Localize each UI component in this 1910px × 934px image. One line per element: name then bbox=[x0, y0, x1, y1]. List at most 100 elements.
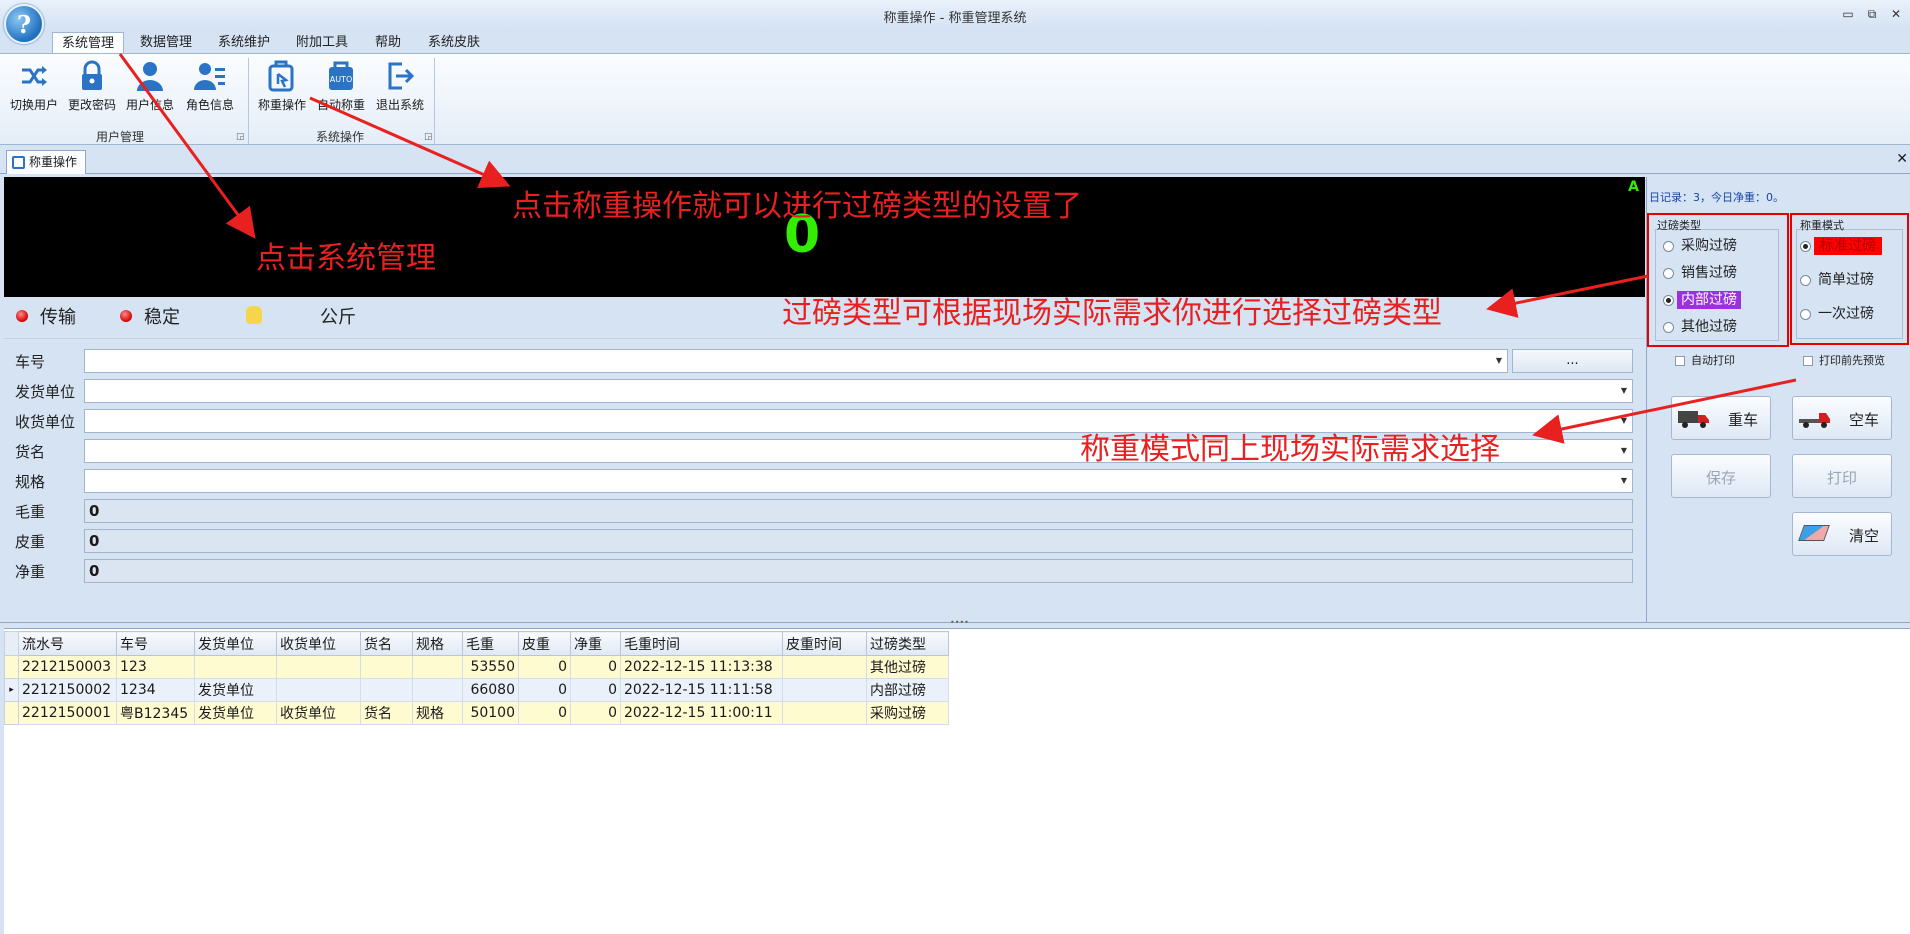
switch-user-button[interactable]: 切换用户 bbox=[4, 58, 64, 116]
print-preview-checkbox[interactable]: 打印前先预览 bbox=[1803, 353, 1885, 369]
chevron-down-icon[interactable]: ▼ bbox=[1616, 381, 1632, 401]
plate-input[interactable]: ▼ bbox=[84, 349, 1508, 373]
user-info-button[interactable]: 用户信息 bbox=[120, 58, 180, 116]
row-header[interactable] bbox=[4, 701, 19, 725]
net-value: 0 bbox=[84, 559, 1633, 583]
records-grid: 流水号 车号 发货单位 收货单位 货名 规格 毛重 皮重 净重 毛重时间 皮重时… bbox=[4, 628, 1910, 934]
save-button[interactable]: 保存 bbox=[1671, 454, 1771, 498]
column-header[interactable]: 皮重时间 bbox=[782, 631, 867, 656]
ribbon-panel: 切换用户 更改密码 用户信息 角色信息 用户管理 ◲ 称重操作 AUTO 自动称… bbox=[0, 53, 1910, 145]
column-header[interactable]: 毛重 bbox=[462, 631, 519, 656]
doc-tab-weigh-operation[interactable]: 称重操作 bbox=[6, 150, 86, 174]
app-logo[interactable]: ? bbox=[4, 4, 44, 44]
tare-row: 皮重 0 bbox=[4, 529, 1645, 553]
tab-system-skin[interactable]: 系统皮肤 bbox=[420, 32, 488, 54]
annotation-weigh-type: 过磅类型可根据现场实际需求你进行选择过磅类型 bbox=[782, 296, 1442, 331]
table-cell bbox=[276, 678, 361, 702]
table-cell: 0 bbox=[570, 678, 621, 702]
column-header[interactable]: 收货单位 bbox=[276, 631, 361, 656]
table-cell bbox=[782, 655, 867, 679]
weigh-mode-group: 称重模式 标准过磅 简单过磅 一次过磅 bbox=[1790, 213, 1909, 345]
chevron-down-icon[interactable]: ▼ bbox=[1491, 351, 1507, 371]
auto-weigh-button[interactable]: AUTO 自动称重 bbox=[311, 58, 371, 116]
weigh-type-other[interactable]: 其他过磅 bbox=[1663, 316, 1741, 338]
role-icon bbox=[194, 63, 225, 90]
column-header[interactable]: 规格 bbox=[412, 631, 463, 656]
splitter[interactable]: •••• bbox=[0, 618, 1910, 627]
role-info-button[interactable]: 角色信息 bbox=[180, 58, 240, 116]
table-cell: 0 bbox=[518, 678, 571, 702]
auto-print-checkbox[interactable]: 自动打印 bbox=[1675, 353, 1735, 369]
tab-addon-tools[interactable]: 附加工具 bbox=[290, 32, 354, 54]
radio-icon bbox=[1800, 241, 1811, 252]
weigh-mode-standard[interactable]: 标准过磅 bbox=[1800, 235, 1882, 257]
right-panel: 日记录：3，今日净重：0。 过磅类型 采购过磅 销售过磅 内部过磅 其他过磅 称… bbox=[1646, 177, 1910, 622]
chevron-down-icon[interactable]: ▼ bbox=[1616, 441, 1632, 461]
tare-value: 0 bbox=[84, 529, 1633, 553]
row-header[interactable] bbox=[4, 655, 19, 679]
current-row-indicator-icon[interactable]: ▸ bbox=[4, 678, 19, 702]
title-bar: 称重操作 - 称重管理系统 ▭ ⧉ ✕ bbox=[0, 0, 1910, 32]
table-row[interactable]: 2212150003 123 53550 0 0 2022-12-15 11:1… bbox=[4, 655, 949, 679]
heavy-truck-button[interactable]: 重车 bbox=[1671, 396, 1771, 440]
chevron-down-icon[interactable]: ▼ bbox=[1616, 411, 1632, 431]
minimize-icon[interactable]: ▭ bbox=[1838, 6, 1858, 22]
clear-button[interactable]: 清空 bbox=[1792, 512, 1892, 556]
column-header[interactable]: 货名 bbox=[360, 631, 413, 656]
chevron-down-icon[interactable]: ▼ bbox=[1616, 471, 1632, 491]
exit-system-button[interactable]: 退出系统 bbox=[370, 58, 430, 116]
table-row[interactable]: ▸ 2212150002 1234 发货单位 66080 0 0 2022-12… bbox=[4, 678, 949, 702]
group-launcher-icon[interactable]: ◲ bbox=[236, 132, 245, 142]
column-header[interactable]: 毛重时间 bbox=[620, 631, 783, 656]
sender-row: 发货单位 ▼ bbox=[4, 379, 1645, 403]
table-cell: 2212150002 bbox=[18, 678, 117, 702]
table-cell: 粤B12345 bbox=[116, 701, 195, 725]
restore-icon[interactable]: ⧉ bbox=[1862, 6, 1882, 22]
tab-system-maint[interactable]: 系统维护 bbox=[212, 32, 276, 54]
weigh-type-internal[interactable]: 内部过磅 bbox=[1663, 289, 1741, 311]
switch-user-icon bbox=[22, 66, 47, 86]
print-button[interactable]: 打印 bbox=[1792, 454, 1892, 498]
weigh-mode-once[interactable]: 一次过磅 bbox=[1800, 303, 1878, 325]
sender-input[interactable]: ▼ bbox=[84, 379, 1633, 403]
weigh-type-purchase[interactable]: 采购过磅 bbox=[1663, 235, 1741, 257]
weigh-mode-title: 称重模式 bbox=[1800, 219, 1844, 232]
table-cell: 0 bbox=[518, 655, 571, 679]
table-row[interactable]: 2212150001 粤B12345 发货单位 收货单位 货名 规格 50100… bbox=[4, 701, 949, 725]
column-header[interactable]: 流水号 bbox=[18, 631, 117, 656]
table-cell bbox=[782, 701, 867, 725]
column-header[interactable]: 净重 bbox=[570, 631, 621, 656]
weigh-type-group: 过磅类型 采购过磅 销售过磅 内部过磅 其他过磅 bbox=[1647, 213, 1789, 347]
tab-data-mgmt[interactable]: 数据管理 bbox=[134, 32, 198, 54]
records-table: 流水号 车号 发货单位 收货单位 货名 规格 毛重 皮重 净重 毛重时间 皮重时… bbox=[4, 631, 949, 725]
group-launcher-icon[interactable]: ◲ bbox=[424, 132, 433, 142]
tab-system-mgmt[interactable]: 系统管理 bbox=[52, 32, 124, 54]
gross-row: 毛重 0 bbox=[4, 499, 1645, 523]
spec-input[interactable]: ▼ bbox=[84, 469, 1633, 493]
close-icon[interactable]: ✕ bbox=[1886, 6, 1906, 22]
table-cell: 2212150001 bbox=[18, 701, 117, 725]
column-header[interactable]: 过磅类型 bbox=[866, 631, 949, 656]
tab-help[interactable]: 帮助 bbox=[368, 32, 408, 54]
empty-truck-button[interactable]: 空车 bbox=[1792, 396, 1892, 440]
display-indicator: A bbox=[1628, 179, 1639, 195]
plate-more-button[interactable]: ... bbox=[1512, 349, 1633, 373]
table-cell: 66080 bbox=[462, 678, 519, 702]
column-header[interactable]: 车号 bbox=[116, 631, 195, 656]
weigh-mode-simple[interactable]: 简单过磅 bbox=[1800, 269, 1878, 291]
table-cell: 0 bbox=[570, 655, 621, 679]
change-password-button[interactable]: 更改密码 bbox=[62, 58, 122, 116]
column-header[interactable]: 皮重 bbox=[518, 631, 571, 656]
table-cell: 50100 bbox=[462, 701, 519, 725]
weigh-form: 车号 ▼ ... 发货单位 ▼ 收货单位 ▼ 货名 ▼ 规格 ▼ 毛重 0 皮重… bbox=[4, 338, 1645, 620]
exit-icon bbox=[388, 62, 415, 90]
weigh-operation-button[interactable]: 称重操作 bbox=[252, 58, 312, 116]
table-header-row: 流水号 车号 发货单位 收货单位 货名 规格 毛重 皮重 净重 毛重时间 皮重时… bbox=[4, 631, 949, 656]
column-header[interactable]: 发货单位 bbox=[194, 631, 277, 656]
close-tab-icon[interactable]: ✕ bbox=[1896, 151, 1908, 167]
table-cell bbox=[276, 655, 361, 679]
table-cell: 内部过磅 bbox=[866, 678, 949, 702]
table-cell: 2022-12-15 11:00:11 bbox=[620, 701, 783, 725]
weigh-type-sales[interactable]: 销售过磅 bbox=[1663, 262, 1741, 284]
document-tab-bar: 称重操作 ✕ bbox=[0, 147, 1910, 174]
